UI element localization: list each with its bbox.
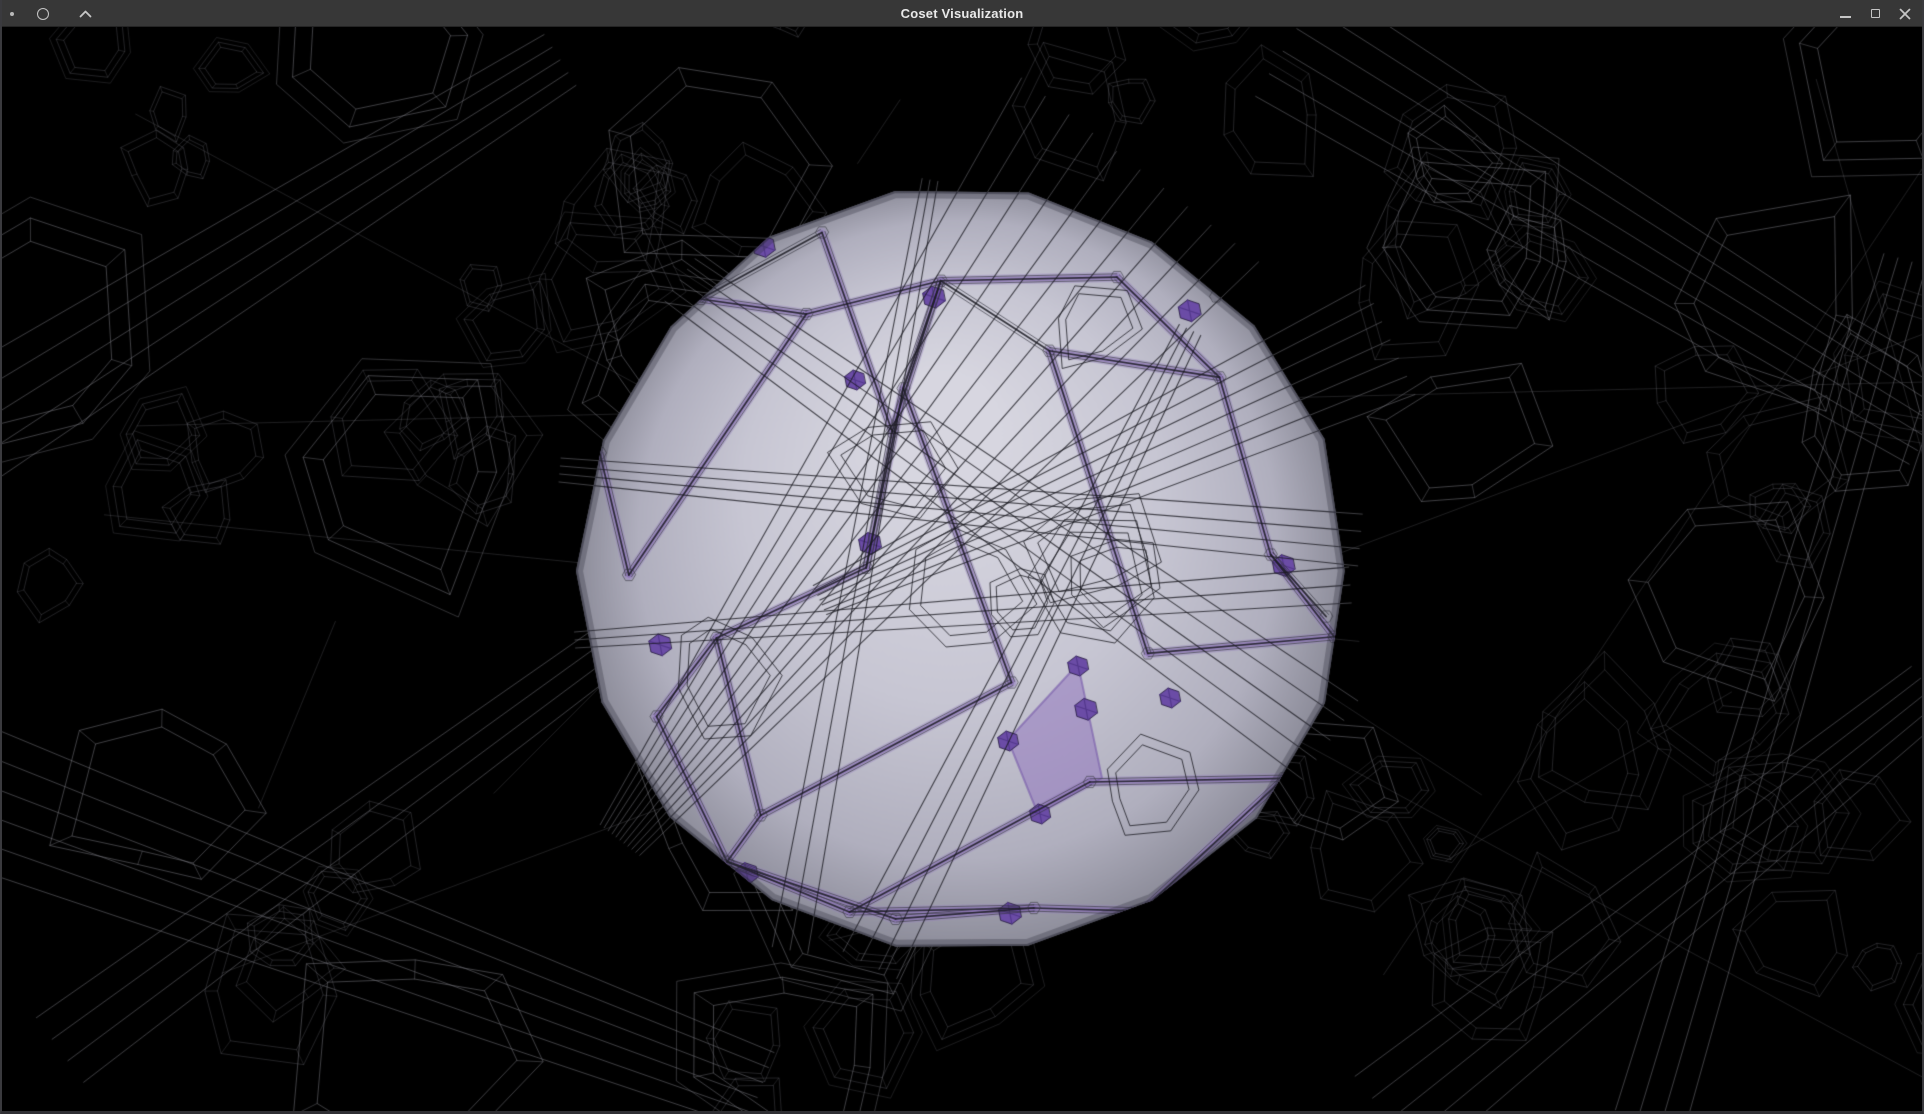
- window-title: Coset Visualization: [0, 6, 1924, 21]
- maximize-button[interactable]: [1862, 2, 1888, 26]
- close-button[interactable]: [1892, 2, 1918, 26]
- app-window: Coset Visualization: [0, 0, 1924, 1114]
- chevron-up-icon: [79, 10, 92, 18]
- circle-icon: [37, 8, 49, 20]
- maximize-icon: [1871, 9, 1880, 18]
- coset-3d-viewport[interactable]: [2, 27, 1922, 1111]
- titlebar-circle-button[interactable]: [30, 2, 56, 26]
- titlebar[interactable]: Coset Visualization: [0, 0, 1924, 27]
- viewport-area: [2, 27, 1922, 1111]
- dot-icon: [10, 12, 14, 16]
- close-icon: [1899, 8, 1911, 20]
- titlebar-chevron-button[interactable]: [72, 2, 98, 26]
- titlebar-left-icons: [10, 0, 98, 27]
- window-controls: [1832, 0, 1918, 27]
- minimize-button[interactable]: [1832, 2, 1858, 26]
- minimize-icon: [1840, 16, 1851, 18]
